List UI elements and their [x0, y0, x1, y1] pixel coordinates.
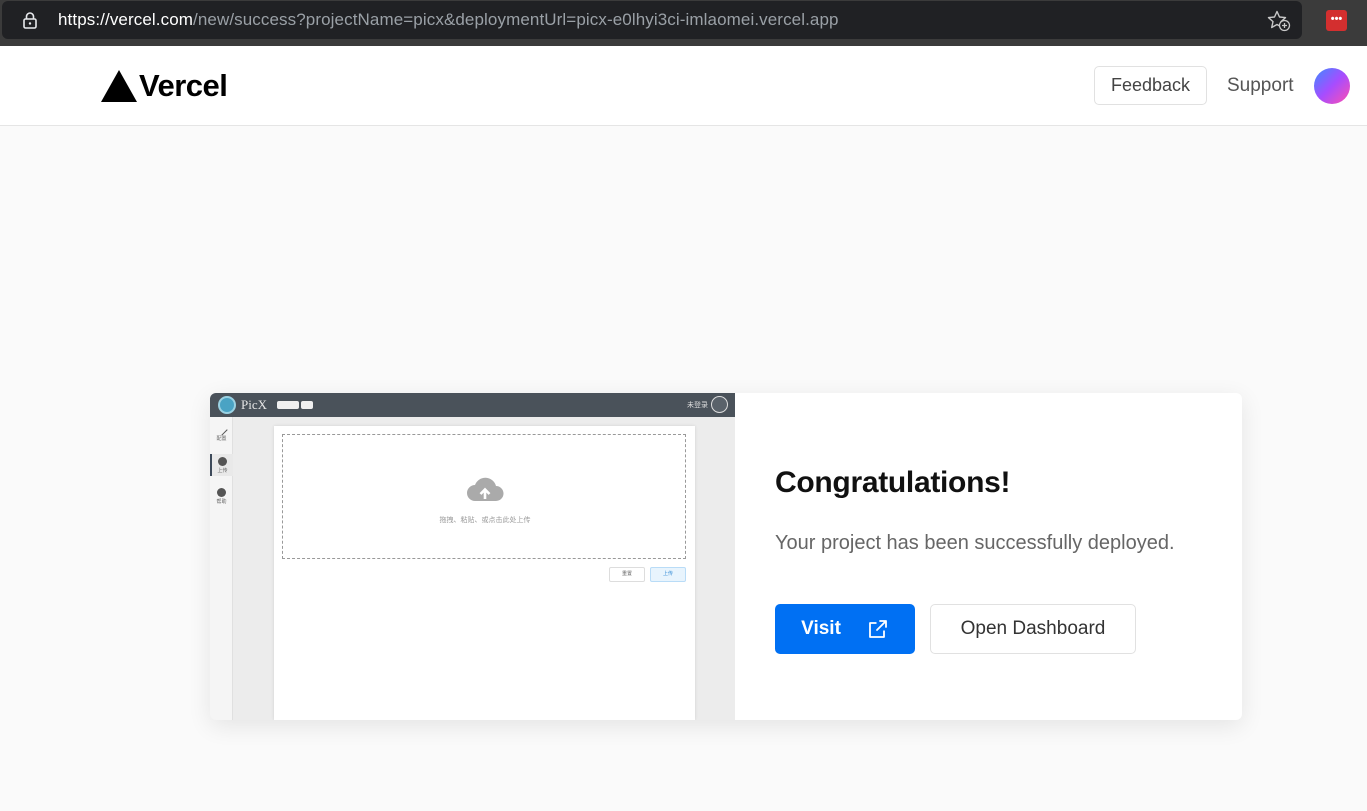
preview-upload-panel: 拖拽、粘贴、或点击此处上传 重置 上传 — [274, 426, 695, 720]
preview-app-title: PicX — [241, 397, 267, 412]
edit-icon — [215, 424, 228, 436]
vercel-logo[interactable]: Vercel — [101, 68, 228, 104]
browser-toolbar: https://vercel.com/new/success?projectNa… — [0, 0, 1367, 46]
picx-logo-icon — [218, 396, 236, 414]
preview-drop-zone: 拖拽、粘贴、或点击此处上传 — [282, 434, 686, 559]
url-path: /new/success?projectName=picx&deployment… — [193, 10, 839, 29]
visit-button[interactable]: Visit — [775, 604, 915, 654]
deployment-success-card: PicX 未登录 配置 上传 帮助 拖拽、粘贴、或点击此处上传 重置 上传 Co… — [210, 393, 1242, 720]
preview-reset-button: 重置 — [609, 567, 645, 582]
preview-sidebar-item-upload: 上传 — [210, 454, 233, 476]
preview-sidebar-label: 上传 — [217, 468, 228, 474]
info-icon — [217, 488, 226, 497]
external-link-icon — [868, 620, 887, 638]
lastpass-icon[interactable]: ••• — [1326, 10, 1347, 31]
address-bar[interactable]: https://vercel.com/new/success?projectNa… — [2, 1, 1302, 39]
version-badge — [301, 401, 313, 409]
preview-login-text: 未登录 — [687, 402, 708, 409]
upload-icon — [218, 457, 227, 466]
preview-sidebar-item-config: 配置 — [210, 423, 233, 445]
cloud-upload-icon — [467, 477, 504, 501]
add-favorite-icon[interactable] — [1267, 10, 1291, 32]
preview-drop-text: 拖拽、粘贴、或点击此处上传 — [439, 517, 531, 524]
url-text[interactable]: https://vercel.com/new/success?projectNa… — [58, 10, 839, 30]
url-protocol: https:// — [58, 10, 110, 29]
open-dashboard-button[interactable]: Open Dashboard — [930, 604, 1136, 654]
success-content: Congratulations! Your project has been s… — [735, 393, 1242, 720]
avatar[interactable] — [1314, 68, 1350, 104]
preview-sidebar-item-help: 帮助 — [210, 485, 233, 507]
visit-button-label: Visit — [801, 618, 841, 639]
deployment-preview-screenshot[interactable]: PicX 未登录 配置 上传 帮助 拖拽、粘贴、或点击此处上传 重置 上传 — [210, 393, 735, 720]
url-host: vercel.com — [109, 10, 194, 29]
page-title: Congratulations! — [775, 466, 1011, 499]
user-icon — [711, 396, 728, 413]
github-badge-icon — [277, 401, 299, 409]
preview-upload-button: 上传 — [650, 567, 686, 582]
feedback-button[interactable]: Feedback — [1094, 66, 1207, 105]
preview-sidebar: 配置 上传 帮助 — [210, 417, 233, 720]
preview-app-header: PicX 未登录 — [210, 393, 735, 417]
lock-icon[interactable] — [21, 11, 39, 29]
support-link[interactable]: Support — [1227, 75, 1294, 97]
logo-text: Vercel — [139, 68, 228, 103]
preview-sidebar-label: 帮助 — [216, 499, 227, 505]
site-header: Vercel Feedback Support — [0, 46, 1367, 126]
vercel-triangle-icon — [101, 70, 137, 102]
success-message: Your project has been successfully deplo… — [775, 532, 1175, 554]
